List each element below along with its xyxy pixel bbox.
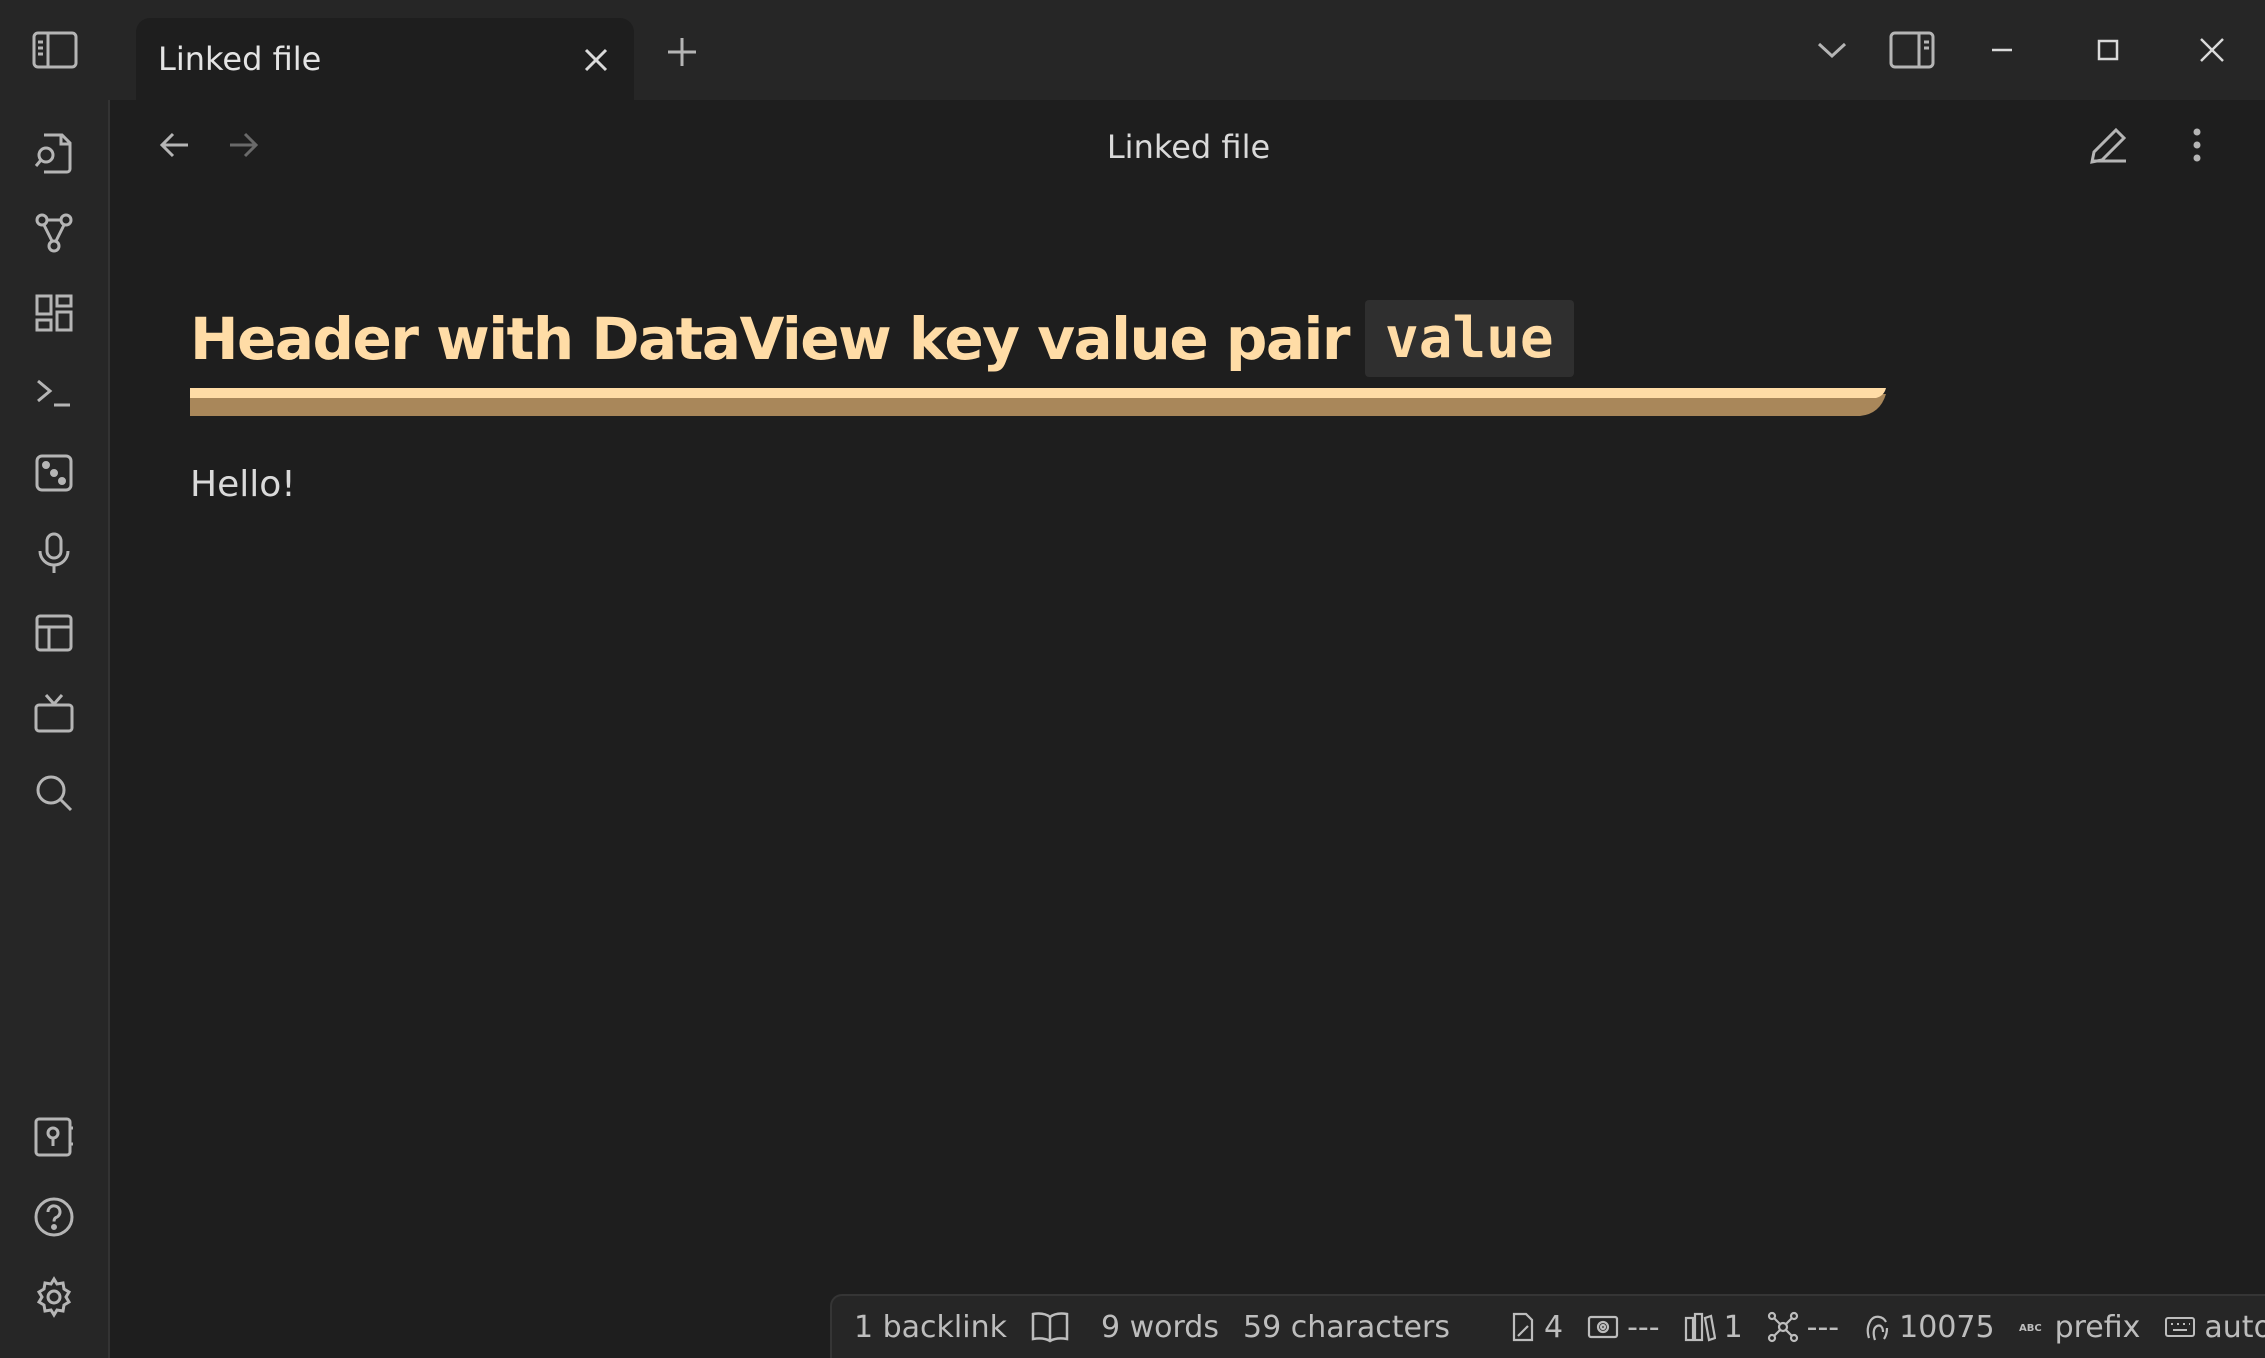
right-sidebar-icon xyxy=(1889,31,1935,69)
file-edit-icon xyxy=(1512,1312,1534,1342)
book-open-icon xyxy=(1031,1312,1069,1343)
camera-status[interactable]: --- xyxy=(1587,1310,1660,1345)
view-title[interactable]: Linked file xyxy=(112,128,2265,166)
page-heading: Header with DataView key value pair valu… xyxy=(190,300,1574,377)
keystroke-status[interactable]: 10075 xyxy=(1863,1310,1995,1345)
heading-underline xyxy=(190,388,1886,416)
random-note-icon xyxy=(35,454,73,492)
abc-icon: ABC xyxy=(2019,1323,2042,1334)
minimize-button[interactable] xyxy=(1974,26,2030,74)
keyboard-icon xyxy=(2165,1317,2196,1337)
word-count: 9 words xyxy=(1100,1309,1219,1345)
status-bar: 1 backlink 9 words 59 characters 4 --- 1… xyxy=(830,1294,2265,1358)
reading-view-button[interactable] xyxy=(1031,1311,1077,1343)
audio-recorder-button[interactable] xyxy=(25,524,83,582)
close-tab-button[interactable] xyxy=(576,40,616,80)
network-icon xyxy=(1767,1311,1798,1343)
slides-button[interactable] xyxy=(25,684,83,742)
edits-status[interactable]: 4 xyxy=(1510,1310,1563,1345)
vault-switcher-button[interactable] xyxy=(25,1108,83,1166)
toggle-right-sidebar-button[interactable] xyxy=(1884,26,1940,74)
note-content: Header with DataView key value pair valu… xyxy=(190,300,1890,377)
fingerprint-icon xyxy=(1866,1315,1889,1341)
pencil-icon xyxy=(2090,127,2127,164)
view-header: Linked file xyxy=(112,100,2265,192)
edit-mode-button[interactable] xyxy=(2082,120,2136,170)
canvas-button[interactable] xyxy=(25,284,83,342)
svg-text:ABC: ABC xyxy=(2019,1323,2042,1334)
paragraph-text: Hello! xyxy=(190,464,296,505)
graph-status[interactable]: --- xyxy=(1767,1310,1839,1345)
toggle-sidebar-button[interactable] xyxy=(0,0,110,100)
audio-recorder-icon xyxy=(38,532,70,573)
more-vertical-icon xyxy=(2193,128,2201,162)
close-window-button[interactable] xyxy=(2184,26,2240,74)
maximize-icon xyxy=(2097,39,2119,61)
new-tab-button[interactable] xyxy=(656,30,708,74)
screenshot-icon xyxy=(1587,1315,1619,1339)
tab-linked-file[interactable]: Linked file xyxy=(136,18,634,100)
settings-icon xyxy=(36,1276,72,1318)
spellcheck-status[interactable]: ABC prefix xyxy=(2019,1310,2141,1345)
settings-button[interactable] xyxy=(25,1268,83,1326)
close-icon xyxy=(584,48,608,72)
canvas-icon xyxy=(35,294,73,332)
open-quick-switcher-icon xyxy=(34,133,72,174)
left-ribbon xyxy=(0,100,110,1358)
title-bar: Linked file xyxy=(0,0,2265,100)
command-palette-button[interactable] xyxy=(25,364,83,422)
command-palette-icon xyxy=(37,379,70,407)
heading-text: Header with DataView key value pair xyxy=(190,304,1351,373)
minimize-icon xyxy=(1992,48,2012,52)
character-count: 59 characters xyxy=(1242,1309,1450,1345)
quick-switcher-button[interactable] xyxy=(25,124,83,182)
more-options-button[interactable] xyxy=(2170,120,2224,170)
library-status[interactable]: 1 xyxy=(1684,1310,1743,1345)
plus-icon xyxy=(668,38,696,66)
slides-icon xyxy=(34,694,74,733)
maximize-button[interactable] xyxy=(2080,26,2136,74)
help-button[interactable] xyxy=(25,1188,83,1246)
close-window-icon xyxy=(2200,38,2224,62)
chevron-down-icon xyxy=(1817,42,1847,59)
library-icon xyxy=(1684,1312,1716,1342)
search-button[interactable] xyxy=(25,764,83,822)
random-note-button[interactable] xyxy=(25,444,83,502)
vault-switcher-icon xyxy=(34,1117,73,1157)
inline-code-value: value xyxy=(1365,300,1574,377)
templates-icon xyxy=(35,614,73,652)
tab-title: Linked file xyxy=(158,40,322,78)
tab-list-button[interactable] xyxy=(1804,26,1860,74)
backlinks-count[interactable]: 1 backlink xyxy=(854,1310,1007,1345)
search-icon xyxy=(36,775,73,812)
keyboard-status[interactable]: auto xyxy=(2164,1310,2265,1345)
sidebar-toggle-icon xyxy=(32,31,78,69)
graph-view-icon xyxy=(35,213,73,253)
help-icon xyxy=(34,1197,74,1237)
graph-view-button[interactable] xyxy=(25,204,83,262)
templates-button[interactable] xyxy=(25,604,83,662)
